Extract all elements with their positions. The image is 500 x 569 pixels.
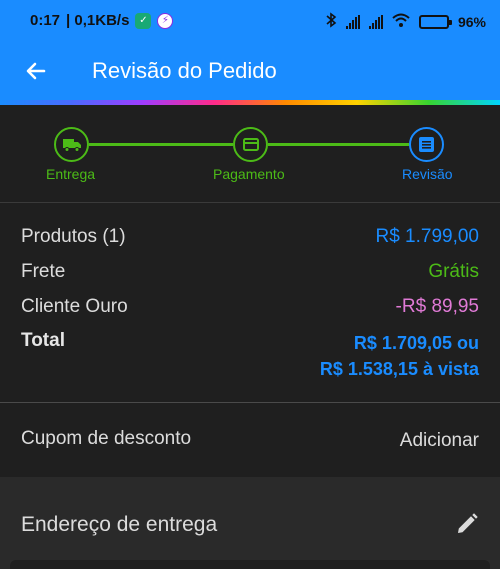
member-discount-label: Cliente Ouro xyxy=(21,296,128,317)
step-label-revisao: Revisão xyxy=(402,166,453,182)
summary-shipping-row: Frete Grátis xyxy=(21,261,479,283)
member-discount-value: -R$ 89,95 xyxy=(395,296,479,317)
app-bar: Revisão do Pedido xyxy=(0,42,500,100)
network-speed: | 0,1KB/s xyxy=(66,12,130,29)
products-value: R$ 1.799,00 xyxy=(375,226,479,247)
summary-member-row: Cliente Ouro -R$ 89,95 xyxy=(21,296,479,318)
address-title: Endereço de entrega xyxy=(21,513,218,536)
step-connector xyxy=(89,143,233,146)
page-title: Revisão do Pedido xyxy=(92,58,277,83)
summary-total-row: Total R$ 1.709,05 ou R$ 1.538,15 à vista xyxy=(21,330,479,382)
wifi-icon xyxy=(392,13,410,30)
truck-icon xyxy=(62,138,81,152)
divider xyxy=(0,202,500,203)
shipping-label: Frete xyxy=(21,261,66,282)
signal-icon xyxy=(345,14,360,29)
step-label-entrega: Entrega xyxy=(46,166,96,182)
step-connector xyxy=(268,143,409,146)
address-section: Endereço de entrega xyxy=(0,477,500,569)
add-coupon-button[interactable]: Adicionar xyxy=(400,430,479,452)
step-label-pagamento: Pagamento xyxy=(213,166,285,182)
checkout-stepper: Entrega Pagamento Revisão xyxy=(0,105,500,200)
total-label: Total xyxy=(21,330,65,351)
shipping-value: Grátis xyxy=(428,261,479,282)
total-installment: R$ 1.709,05 ou xyxy=(353,333,479,353)
battery-percent: 96% xyxy=(457,13,486,30)
clock: 0:17 xyxy=(30,12,61,29)
pencil-icon xyxy=(458,513,478,533)
arrow-left-icon xyxy=(26,62,46,80)
products-label: Produtos (1) xyxy=(21,226,126,247)
edit-address-button[interactable] xyxy=(452,509,482,539)
step-revisao[interactable] xyxy=(409,127,444,162)
back-button[interactable] xyxy=(16,54,56,88)
signal-icon xyxy=(368,14,383,29)
status-bar: 0:17 | 0,1KB/s ✓ ⚡ 96% xyxy=(0,0,500,42)
credit-card-icon xyxy=(242,138,259,151)
coupon-row[interactable]: Cupom de desconto Adicionar xyxy=(0,403,500,477)
step-pagamento[interactable] xyxy=(233,127,268,162)
messenger-icon: ⚡ xyxy=(157,12,174,29)
battery-icon xyxy=(418,14,452,29)
step-entrega[interactable] xyxy=(54,127,89,162)
shield-app-icon: ✓ xyxy=(135,12,152,29)
address-card[interactable] xyxy=(10,560,490,569)
total-value: R$ 1.709,05 ou R$ 1.538,15 à vista xyxy=(320,330,479,382)
coupon-label: Cupom de desconto xyxy=(21,428,192,449)
list-icon xyxy=(419,137,434,152)
summary-products-row: Produtos (1) R$ 1.799,00 xyxy=(21,226,479,248)
bluetooth-icon xyxy=(325,12,337,31)
total-cash: R$ 1.538,15 à vista xyxy=(319,359,479,379)
